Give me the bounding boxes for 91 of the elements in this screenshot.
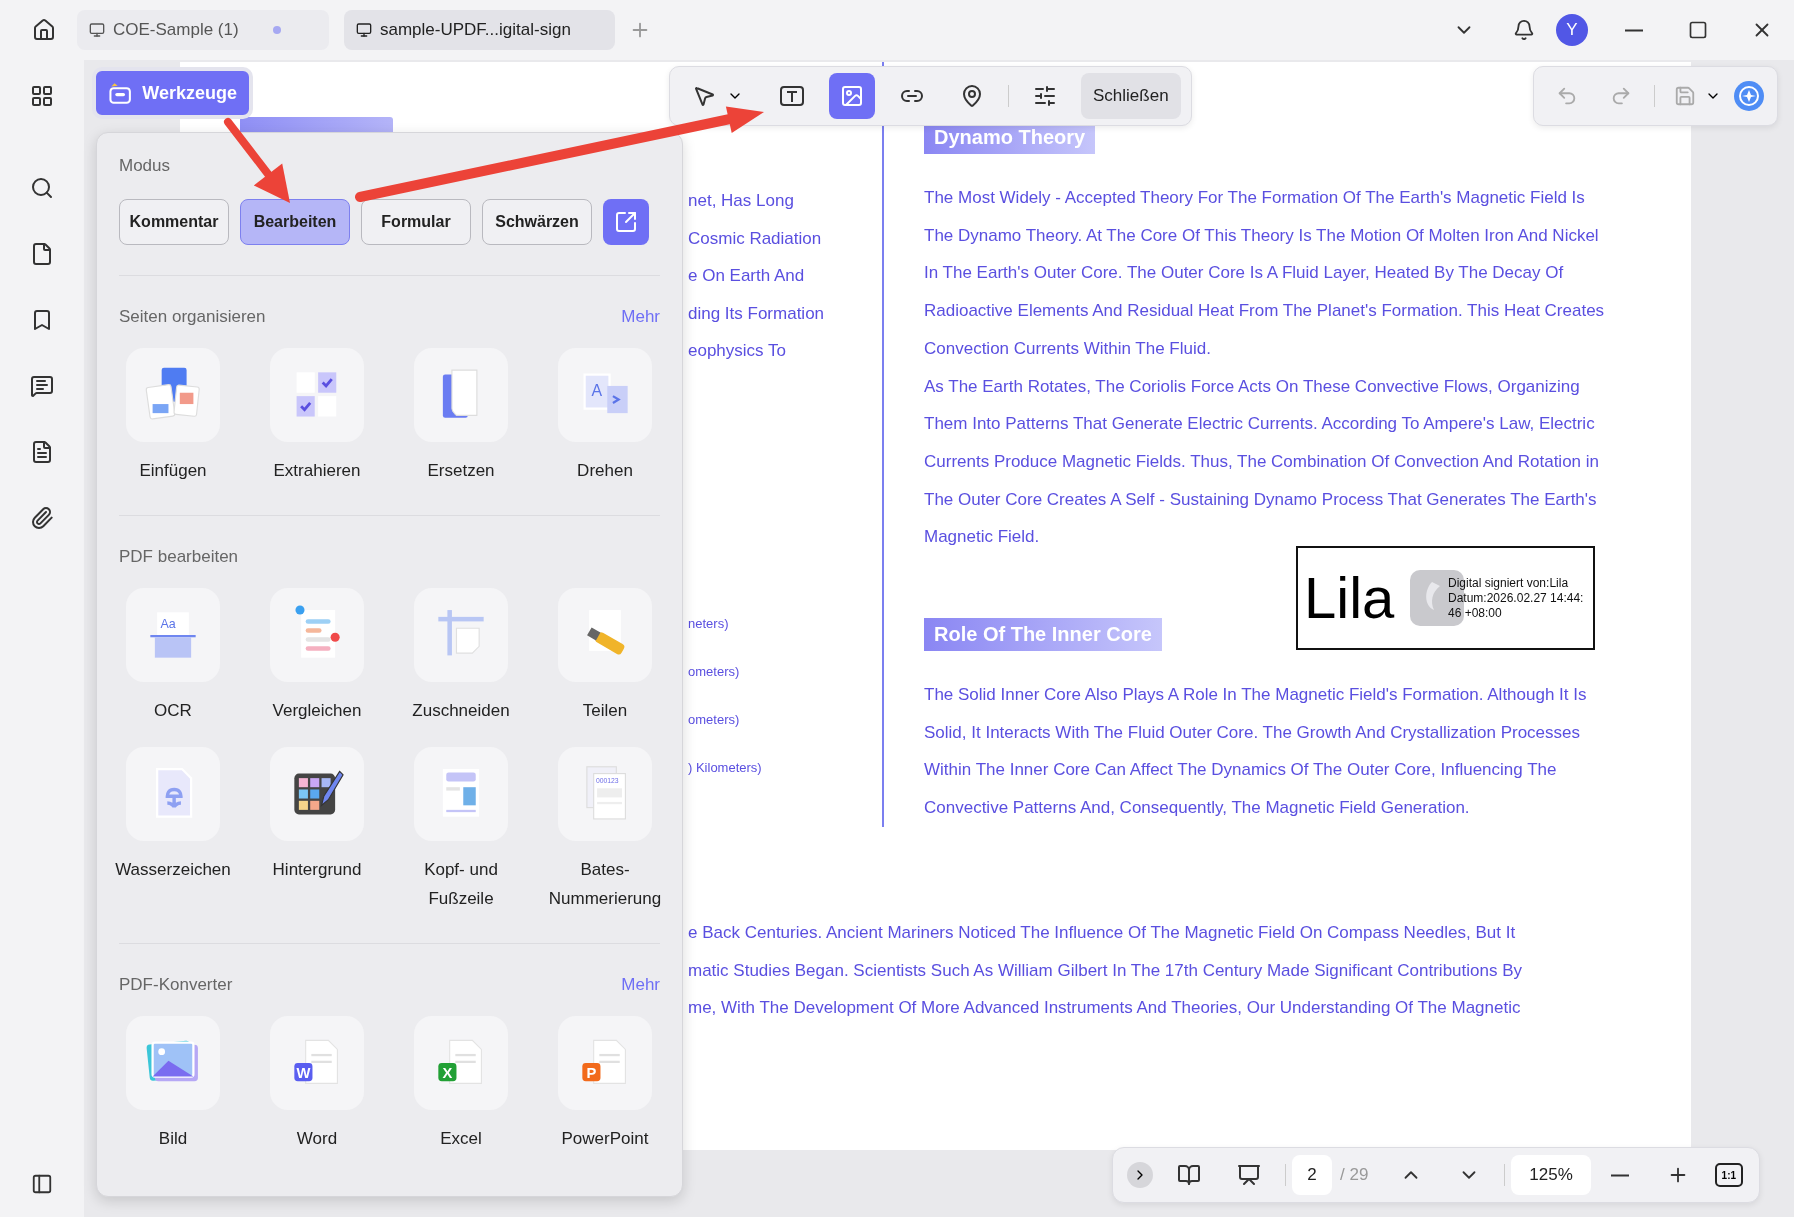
tool-label[interactable]: Drehen [546,456,664,485]
tool-label[interactable]: OCR [114,696,232,725]
tool-tile[interactable]: W [270,1016,364,1110]
monitor-icon [356,22,372,38]
text-fragment: ometers) [688,710,741,729]
tool-label[interactable]: PowerPoint [546,1124,664,1153]
form-icon[interactable] [30,440,54,464]
open-external-button[interactable] [603,199,649,245]
page-total: / 29 [1340,1165,1369,1185]
actual-size-button[interactable]: 1:1 [1714,1163,1743,1187]
tool-label[interactable]: Excel [402,1124,520,1153]
minus-icon [1610,1173,1629,1177]
tool-label[interactable]: Hintergrund [258,855,376,884]
section-title: PDF-Konverter [119,975,233,995]
text-fragment: ) Kilometers) [688,758,763,777]
tool-tile[interactable] [126,747,220,841]
apps-icon[interactable] [30,84,54,108]
user-avatar[interactable]: Y [1556,14,1588,46]
pointer-icon [692,84,716,108]
signature-name: Lila [1304,569,1395,628]
tool-tile[interactable]: Aa [126,588,220,682]
sliders-icon [1033,84,1057,108]
tool-label[interactable]: Kopf- und Fußzeile [402,855,520,913]
zoom-field[interactable]: 125% [1511,1155,1591,1195]
undo-icon [1556,85,1578,107]
section-title: PDF bearbeiten [119,547,239,567]
tool-tile[interactable] [126,1016,220,1110]
text-fragment: e On Earth And [688,265,806,287]
text-fragment: net, Has Long [688,190,795,212]
tool-label[interactable]: Word [258,1124,376,1153]
tab-label[interactable]: COE-Sample (1) [113,20,239,40]
expand-button[interactable] [1127,1162,1153,1188]
tab-label[interactable]: sample-UPDF...igital-sign [380,20,571,40]
paragraph: e Back Centuries. Ancient Mariners Noticed The Influence Of The Magnetic Field On Compass Needles, But It matic Studies Began. Scientists Such As William Gilbert In The 17th Century Made Significant Contributions By me, With The Development Of More Advanced Instruments And Theories, Our Understanding Of The Magnetic [688,921,1524,1020]
minimize-icon [1625,28,1643,32]
tools-button[interactable]: Werkzeuge [92,67,253,119]
tool-label[interactable]: Zuschneiden [402,696,520,725]
tool-tile[interactable] [414,348,508,442]
tool-label[interactable]: Ersetzen [402,456,520,485]
attachment-icon[interactable] [30,506,54,530]
page-number-field[interactable]: 2 [1292,1155,1332,1195]
text-fragment: eophysics To [688,340,787,362]
bell-icon [1513,19,1535,41]
tool-tile[interactable] [558,588,652,682]
text-fragment: ding Its Formation [688,302,826,325]
tool-label[interactable]: Teilen [546,696,664,725]
tool-tile[interactable] [126,348,220,442]
open-book-icon [1177,1163,1201,1187]
tool-label[interactable]: Einfügen [114,456,232,485]
tool-tile[interactable] [270,747,364,841]
home-icon [32,18,56,42]
location-pin-icon [960,84,984,108]
text-box-icon [779,84,805,108]
close-mode-button[interactable]: Schließen [1081,73,1181,119]
paragraph: The Most Widely - Accepted Theory For The Formation Of The Earth's Magnetic Field Is The Dynamo Theory. At The Core Of This Theory Is The Motion Of Molten Iron And Nickel In The Earth's Outer Core. The Outer Core Is A Fluid Layer, Heated By The Decay Of Radioactive Elements And Residual Heat From The Planet's Formation. This Heat Creates Convection Currents Within The Fluid. [924,187,1606,360]
tool-label[interactable]: Vergleichen [258,696,376,725]
page-icon[interactable] [30,242,54,266]
image-icon [840,84,864,108]
sidebar-toggle-icon[interactable] [31,1173,53,1195]
document-tab[interactable]: sample-UPDF...igital-sign [344,10,615,50]
presentation-icon [1237,1163,1261,1187]
section-title: Seiten organisieren [119,307,266,327]
text-fragment: Cosmic Radiation [688,227,823,250]
section-title: Modus [119,156,171,176]
mode-button[interactable]: Schwärzen [482,199,592,245]
tool-tile[interactable] [270,588,364,682]
tool-tile[interactable] [270,348,364,442]
paragraph: As The Earth Rotates, The Coriolis Force Acts On These Convective Flows, Organizing Them Into Patterns That Generate Electric Currents. According To Ampere's Law, Electric Currents Produce Magnetic Fields. Thus, The Combination Of Convection And Rotation in The Outer Core Creates A Self - Sustaining Dynamo Process That Generates The Earth's Magnetic Field. [924,375,1600,549]
assistant-icon[interactable] [1733,80,1765,112]
mode-button[interactable]: Bearbeiten [240,199,350,245]
tool-label[interactable]: Extrahieren [258,456,376,485]
tool-label[interactable]: Wasserzeichen [114,855,232,884]
save-icon [1674,85,1696,107]
tool-tile[interactable] [414,588,508,682]
mode-button[interactable]: Formular [361,199,471,245]
text-fragment: neters) [688,614,730,633]
paragraph: The Solid Inner Core Also Plays A Role In The Magnetic Field's Formation. Although It Is Solid, It Interacts With The Fluid Outer Core. The Growth And Crystallization Processes Within The Inner Core Can Affect The Dynamics Of The Outer Core, Influencing The Convective Patterns And, Consequently, The Magnetic Field Generation. [924,684,1588,820]
tool-label[interactable]: Bild [114,1124,232,1153]
text-fragment: ometers) [688,662,741,681]
external-link-icon [614,210,638,234]
tool-tile[interactable] [414,747,508,841]
redo-icon [1610,85,1632,107]
search-icon[interactable] [30,176,54,200]
signature-details: Digital signiert von:Lila Datum:2026.02.27 14:44: 46 +08:00 [1448,576,1584,622]
mode-button[interactable]: Kommentar [119,199,229,245]
document-tab[interactable]: COE-Sample (1) [77,10,329,50]
monitor-icon [89,22,105,38]
section-heading: Role Of The Inner Core [924,618,1162,652]
comment-icon[interactable] [30,374,54,398]
maximize-icon [1688,20,1708,40]
tool-label[interactable]: Bates-Nummerierung [546,855,664,913]
